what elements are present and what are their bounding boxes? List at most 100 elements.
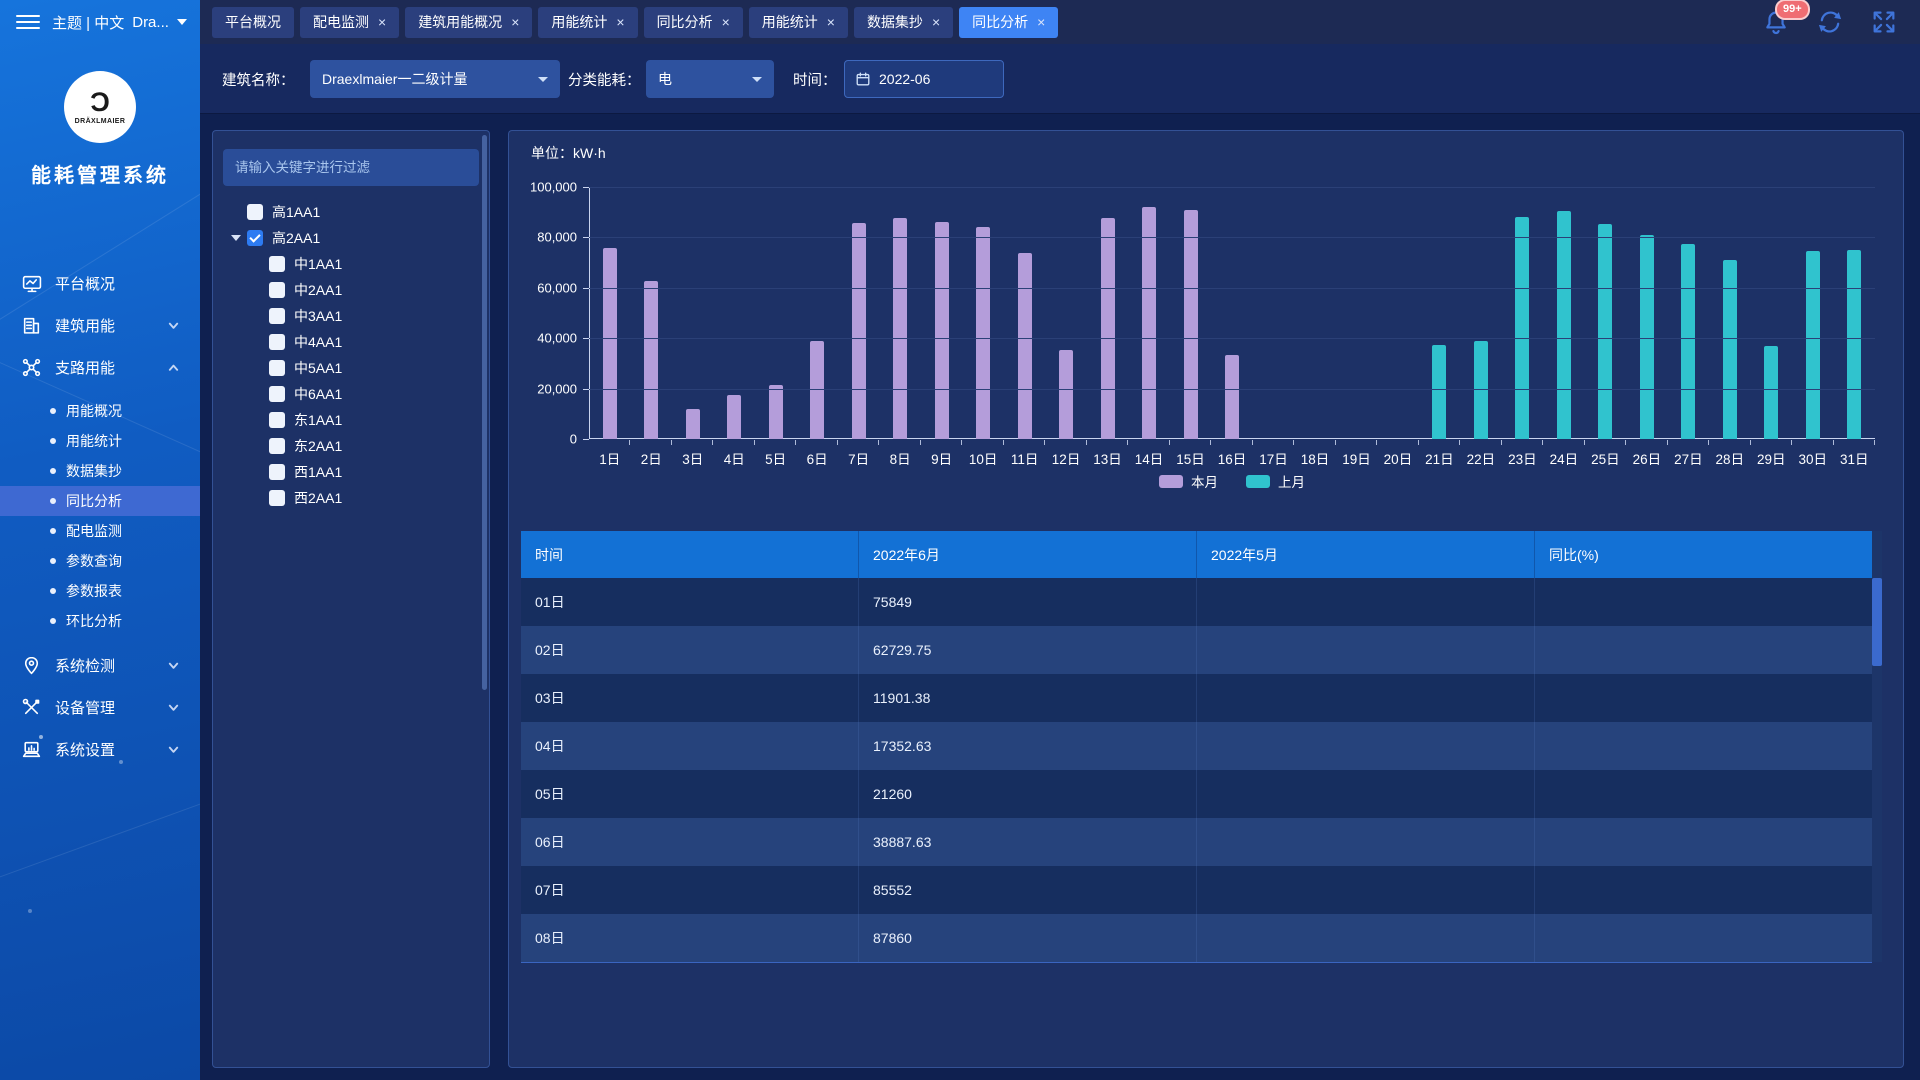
table-cell: 05日 bbox=[521, 770, 858, 818]
tree-checkbox-中4AA1[interactable] bbox=[269, 334, 285, 350]
tree-node-东1AA1[interactable]: 东1AA1 bbox=[213, 407, 489, 433]
tree-search-input[interactable] bbox=[223, 149, 479, 186]
sidebar-subitem-环比分析[interactable]: 环比分析 bbox=[0, 606, 200, 636]
tree-node-东2AA1[interactable]: 东2AA1 bbox=[213, 433, 489, 459]
tree-node-中4AA1[interactable]: 中4AA1 bbox=[213, 329, 489, 355]
x-axis-tick-label: 5日 bbox=[755, 448, 796, 468]
tree-checkbox-西2AA1[interactable] bbox=[269, 490, 285, 506]
tab-配电监测-1[interactable]: 配电监测× bbox=[300, 7, 399, 38]
tree-node-高1AA1[interactable]: 高1AA1 bbox=[213, 199, 489, 225]
chart-plot-area bbox=[589, 187, 1875, 439]
tree-checkbox-中2AA1[interactable] bbox=[269, 282, 285, 298]
branch-icon bbox=[21, 357, 42, 378]
sidebar-subitem-参数报表[interactable]: 参数报表 bbox=[0, 576, 200, 606]
sidebar-item-平台概况[interactable]: 平台概况 bbox=[0, 262, 200, 304]
bar-this-month-7日 bbox=[852, 223, 866, 439]
notifications-button[interactable]: 99+ bbox=[1762, 8, 1790, 36]
sidebar-subitem-同比分析[interactable]: 同比分析 bbox=[0, 486, 200, 516]
bar-last-month-24日 bbox=[1557, 211, 1571, 439]
tab-close-icon[interactable]: × bbox=[932, 15, 940, 29]
tree-checkbox-东1AA1[interactable] bbox=[269, 412, 285, 428]
tree-node-label: 东1AA1 bbox=[294, 410, 342, 430]
tree-checkbox-西1AA1[interactable] bbox=[269, 464, 285, 480]
location-icon bbox=[21, 655, 42, 676]
sidebar-item-建筑用能[interactable]: 建筑用能 bbox=[0, 304, 200, 346]
tab-close-icon[interactable]: × bbox=[827, 15, 835, 29]
tree-node-中6AA1[interactable]: 中6AA1 bbox=[213, 381, 489, 407]
tree-node-中5AA1[interactable]: 中5AA1 bbox=[213, 355, 489, 381]
chart-slot-2日 bbox=[630, 187, 671, 439]
sidebar-item-系统检测[interactable]: 系统检测 bbox=[0, 644, 200, 686]
x-axis-tick-label: 1日 bbox=[589, 448, 630, 468]
filter-bar: 建筑名称： Draexlmaier一二级计量 分类能耗： 电 时间： bbox=[200, 44, 1920, 114]
fullscreen-button[interactable] bbox=[1870, 8, 1898, 36]
tab-close-icon[interactable]: × bbox=[511, 15, 519, 29]
refresh-button[interactable] bbox=[1816, 8, 1844, 36]
tree-node-中3AA1[interactable]: 中3AA1 bbox=[213, 303, 489, 329]
table-column-header-时间: 时间 bbox=[521, 531, 858, 578]
table-cell bbox=[1534, 626, 1872, 674]
sidebar-subitem-用能统计[interactable]: 用能统计 bbox=[0, 426, 200, 456]
legend-item-last-month[interactable]: 上月 bbox=[1246, 471, 1305, 491]
tab-同比分析-7[interactable]: 同比分析× bbox=[959, 7, 1058, 38]
table-scrollbar-thumb[interactable] bbox=[1872, 578, 1882, 666]
tab-建筑用能概况-2[interactable]: 建筑用能概况× bbox=[405, 7, 532, 38]
tree-expander-icon[interactable] bbox=[231, 235, 241, 241]
y-axis-tick-label: 40,000 bbox=[537, 331, 577, 346]
sidebar-subitem-配电监测[interactable]: 配电监测 bbox=[0, 516, 200, 546]
tree-scrollbar[interactable] bbox=[482, 135, 487, 690]
theme-language-selector[interactable]: 主题 | 中文 Dra... bbox=[52, 12, 187, 33]
x-axis-tick-label: 17日 bbox=[1253, 448, 1294, 468]
tree-checkbox-中3AA1[interactable] bbox=[269, 308, 285, 324]
tree-node-中2AA1[interactable]: 中2AA1 bbox=[213, 277, 489, 303]
tab-close-icon[interactable]: × bbox=[616, 15, 624, 29]
table-cell bbox=[1534, 578, 1872, 626]
sidebar-subitem-参数查询[interactable]: 参数查询 bbox=[0, 546, 200, 576]
tab-数据集抄-6[interactable]: 数据集抄× bbox=[854, 7, 953, 38]
energy-type-select[interactable]: 电 bbox=[646, 60, 774, 98]
tab-bar: 平台概况配电监测×建筑用能概况×用能统计×同比分析×用能统计×数据集抄×同比分析… bbox=[200, 0, 1920, 44]
table-cell: 08日 bbox=[521, 914, 858, 962]
time-input[interactable] bbox=[879, 71, 989, 87]
tree-node-西2AA1[interactable]: 西2AA1 bbox=[213, 485, 489, 511]
hamburger-menu-icon[interactable] bbox=[16, 15, 40, 29]
chart-slot-14日 bbox=[1128, 187, 1169, 439]
table-cell: 11901.38 bbox=[858, 674, 1196, 722]
logo-name: DRÄXLMAIER bbox=[75, 118, 126, 125]
tab-close-icon[interactable]: × bbox=[378, 15, 386, 29]
sidebar-item-设备管理[interactable]: 设备管理 bbox=[0, 686, 200, 728]
table-row-05日: 05日21260 bbox=[521, 770, 1872, 818]
sidebar-item-支路用能[interactable]: 支路用能 bbox=[0, 346, 200, 388]
table-cell: 87860 bbox=[858, 914, 1196, 962]
table-cell: 62729.75 bbox=[858, 626, 1196, 674]
tab-用能统计-3[interactable]: 用能统计× bbox=[538, 7, 637, 38]
table-scrollbar-track[interactable] bbox=[1872, 531, 1882, 962]
legend-item-this-month[interactable]: 本月 bbox=[1159, 471, 1218, 491]
date-picker[interactable] bbox=[844, 60, 1004, 98]
building-select[interactable]: Draexlmaier一二级计量 bbox=[310, 60, 560, 98]
table-row-07日: 07日85552 bbox=[521, 866, 1872, 914]
tab-close-icon[interactable]: × bbox=[722, 15, 730, 29]
tree-node-高2AA1[interactable]: 高2AA1 bbox=[213, 225, 489, 251]
bar-last-month-27日 bbox=[1681, 244, 1695, 439]
tab-用能统计-5[interactable]: 用能统计× bbox=[749, 7, 848, 38]
y-axis-tick-label: 20,000 bbox=[537, 381, 577, 396]
tree-node-中1AA1[interactable]: 中1AA1 bbox=[213, 251, 489, 277]
tab-平台概况-0[interactable]: 平台概况 bbox=[212, 7, 294, 38]
tree-checkbox-中6AA1[interactable] bbox=[269, 386, 285, 402]
tree-checkbox-中5AA1[interactable] bbox=[269, 360, 285, 376]
sidebar-subitem-数据集抄[interactable]: 数据集抄 bbox=[0, 456, 200, 486]
tree-checkbox-高1AA1[interactable] bbox=[247, 204, 263, 220]
chart-slot-31日 bbox=[1834, 187, 1875, 439]
table-cell bbox=[1534, 674, 1872, 722]
tab-close-icon[interactable]: × bbox=[1037, 15, 1045, 29]
tree-node-西1AA1[interactable]: 西1AA1 bbox=[213, 459, 489, 485]
sidebar-item-系统设置[interactable]: 系统设置 bbox=[0, 728, 200, 770]
tree-checkbox-东2AA1[interactable] bbox=[269, 438, 285, 454]
x-axis-tick-label: 14日 bbox=[1128, 448, 1169, 468]
tab-同比分析-4[interactable]: 同比分析× bbox=[644, 7, 743, 38]
tree-checkbox-高2AA1[interactable] bbox=[247, 230, 263, 246]
tree-checkbox-中1AA1[interactable] bbox=[269, 256, 285, 272]
legend-label: 上月 bbox=[1278, 471, 1305, 491]
sidebar-subitem-用能概况[interactable]: 用能概况 bbox=[0, 396, 200, 426]
